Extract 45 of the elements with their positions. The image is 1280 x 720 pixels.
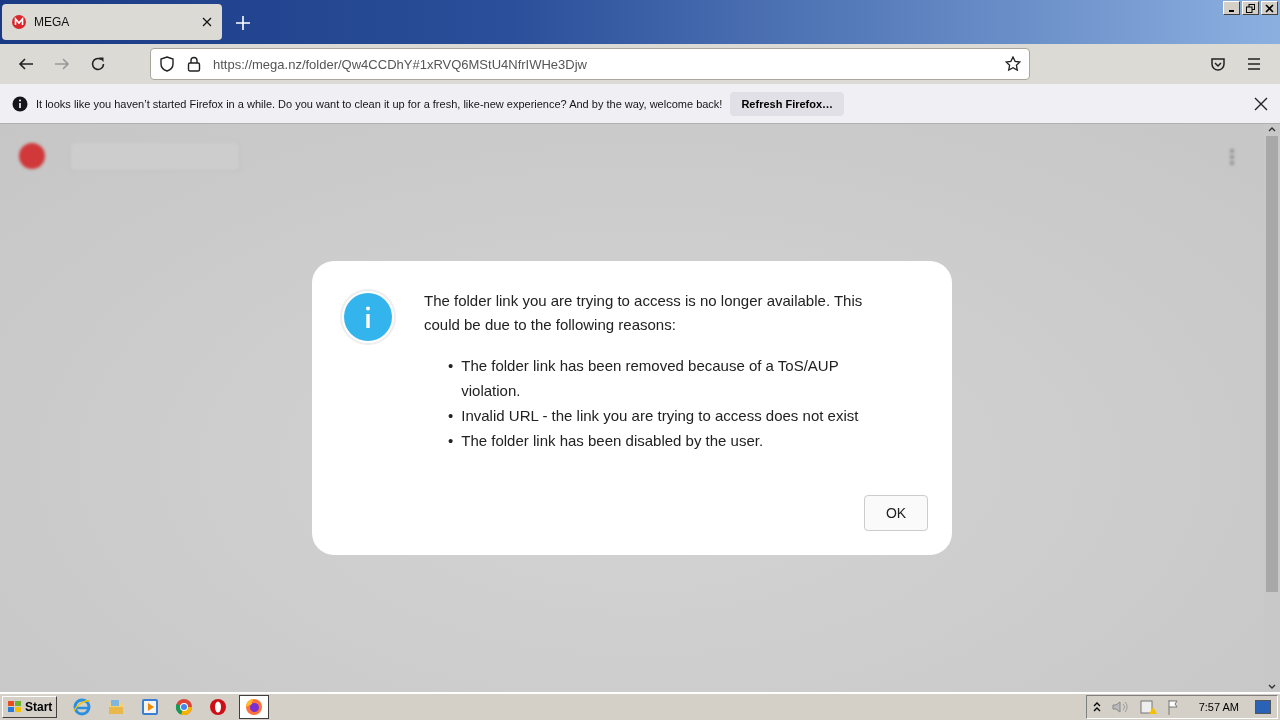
menu-icon [1246, 57, 1262, 71]
pocket-icon [1210, 56, 1226, 72]
taskbar-app[interactable] [239, 695, 270, 719]
reload-icon [90, 56, 106, 72]
forward-arrow-icon [54, 56, 70, 72]
firefox-icon [245, 698, 264, 716]
browser-e-icon [73, 698, 92, 716]
reason-item: The folder link has been removed because of a ToS/AUP violation. [461, 356, 840, 401]
shield-icon[interactable] [159, 56, 175, 72]
close-button[interactable] [1254, 96, 1268, 111]
close-icon [1254, 96, 1268, 111]
refresh-button[interactable]: Refresh Firefox… [730, 91, 845, 116]
chrome-icon [175, 698, 194, 716]
windows-logo-icon [7, 700, 23, 714]
reason-item: The folder link has been disabled by the user. [461, 431, 764, 451]
logo-icon [12, 15, 26, 29]
info-icon [340, 289, 396, 345]
restore-button[interactable] [1242, 1, 1259, 15]
clock: 7:57 AM [1198, 701, 1239, 713]
folder-icon [107, 698, 126, 716]
address-bar[interactable]: https://mega.nz/folder/Qw4CCDhY#1xRVQ6MStU4NfrIWHe3Djw [150, 48, 1030, 80]
close-icon [1265, 3, 1274, 13]
lock-icon[interactable] [187, 56, 201, 72]
bullet: • [448, 356, 454, 376]
info-icon [12, 95, 28, 112]
restore-icon [1246, 3, 1255, 13]
scrollbar[interactable] [1264, 124, 1280, 692]
ok-button[interactable]: OK [864, 495, 928, 531]
bullet: • [448, 406, 454, 426]
play-icon [141, 698, 160, 716]
star-icon[interactable] [1005, 56, 1021, 72]
close-icon[interactable] [202, 17, 212, 27]
notification-message: It looks like you haven’t started Firefox in a while. Do you want to clean it up for a fresh, like-new experience? And by the way, welcome back! [36, 97, 723, 110]
bullet: • [448, 431, 454, 451]
browser-tab[interactable]: MEGA [2, 4, 222, 40]
dialog-message: The folder link you are trying to access is no longer available. This could be due to the following reasons: [424, 291, 864, 335]
chevron-icon[interactable] [1092, 702, 1101, 712]
start-button[interactable]: Start [2, 696, 58, 718]
back-arrow-icon [18, 56, 34, 72]
plus-icon[interactable] [236, 16, 250, 30]
reason-item: Invalid URL - the link you are trying to access does not exist [461, 406, 859, 426]
logo-icon [19, 143, 45, 169]
flag-icon[interactable] [1166, 699, 1181, 715]
opera-icon [209, 698, 228, 716]
minimize-button[interactable] [1223, 1, 1240, 15]
